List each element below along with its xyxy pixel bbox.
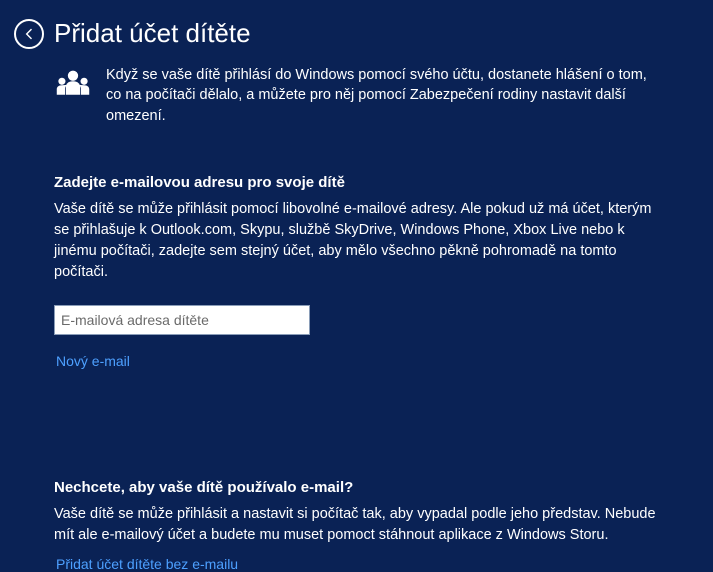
arrow-left-icon: [21, 26, 37, 42]
section-no-email: Nechcete, aby vaše dítě používalo e-mail…: [0, 479, 713, 572]
intro-text: Když se vaše dítě přihlásí do Windows po…: [106, 65, 659, 126]
section-email-heading: Zadejte e-mailovou adresu pro svoje dítě: [54, 174, 659, 191]
new-email-link[interactable]: Nový e-mail: [56, 353, 130, 369]
email-field[interactable]: [54, 305, 310, 335]
family-icon: [54, 67, 92, 105]
intro-row: Když se vaše dítě přihlásí do Windows po…: [0, 65, 713, 126]
section-noemail-text: Vaše dítě se může přihlásit a nastavit s…: [54, 504, 659, 546]
section-noemail-heading: Nechcete, aby vaše dítě používalo e-mail…: [54, 479, 659, 496]
page-header: Přidat účet dítěte: [0, 0, 713, 59]
section-email-text: Vaše dítě se může přihlásit pomocí libov…: [54, 199, 659, 283]
page-title: Přidat účet dítěte: [54, 18, 251, 49]
back-button[interactable]: [14, 19, 44, 49]
add-without-email-link[interactable]: Přidat účet dítěte bez e-mailu: [56, 556, 238, 572]
section-email: Zadejte e-mailovou adresu pro svoje dítě…: [0, 174, 713, 369]
